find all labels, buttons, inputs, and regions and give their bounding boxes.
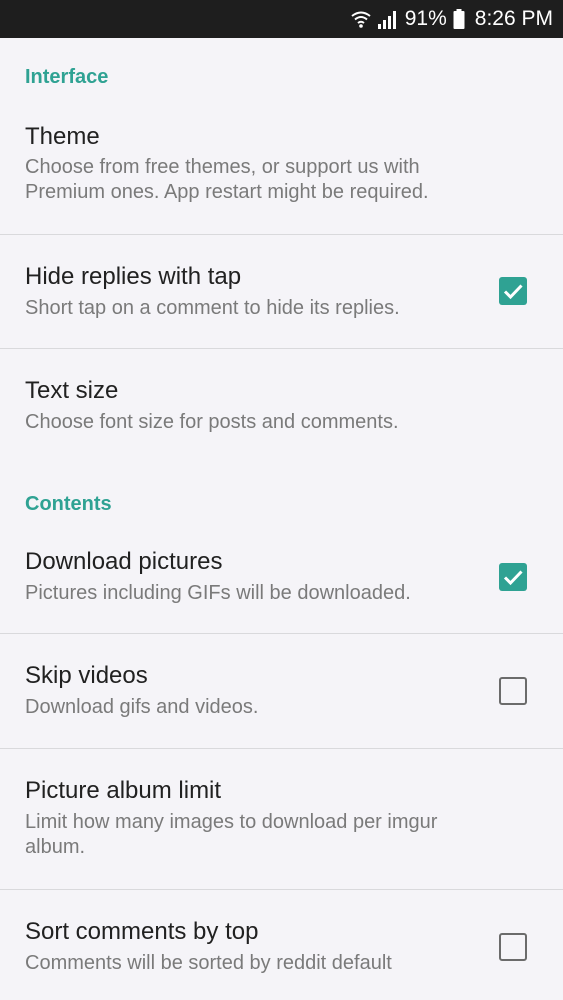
status-bar: 91% 8:26 PM [0, 0, 563, 38]
hide-replies-checkbox[interactable] [499, 277, 527, 305]
battery-percent: 91% [404, 7, 447, 30]
pref-title: Picture album limit [25, 777, 222, 804]
checkmark-icon [503, 570, 523, 586]
pref-summary: Comments will be sorted by reddit defaul… [25, 952, 392, 974]
pref-summary: Limit how many images to download per im… [25, 811, 438, 858]
pref-sort-comments[interactable]: Sort comments by top Comments will be so… [0, 890, 563, 1000]
checkmark-icon [503, 284, 523, 300]
signal-icon [377, 9, 399, 29]
download-pictures-checkbox[interactable] [499, 563, 527, 591]
pref-title: Download pictures [25, 548, 223, 575]
section-header-contents: Contents [25, 493, 112, 515]
section-header-interface: Interface [25, 66, 109, 88]
pref-title: Sort comments by top [25, 918, 259, 945]
battery-icon [453, 9, 465, 29]
pref-text-size[interactable]: Text size Choose font size for posts and… [0, 349, 563, 459]
pref-theme[interactable]: Theme Choose from free themes, or suppor… [0, 108, 563, 234]
wifi-icon [351, 10, 371, 28]
pref-download-pictures[interactable]: Download pictures Pictures including GIF… [0, 528, 563, 633]
pref-summary: Download gifs and videos. [25, 696, 259, 718]
status-time: 8:26 PM [474, 7, 553, 30]
pref-skip-videos[interactable]: Skip videos Download gifs and videos. [0, 634, 563, 748]
pref-title: Hide replies with tap [25, 263, 242, 290]
pref-title: Theme [25, 123, 100, 150]
pref-title: Skip videos [25, 662, 148, 689]
pref-hide-replies[interactable]: Hide replies with tap Short tap on a com… [0, 235, 563, 348]
pref-summary: Choose font size for posts and comments. [25, 411, 399, 433]
pref-album-limit[interactable]: Picture album limit Limit how many image… [0, 749, 563, 889]
sort-comments-checkbox[interactable] [499, 933, 527, 961]
pref-summary: Short tap on a comment to hide its repli… [25, 297, 400, 319]
pref-title: Text size [25, 377, 119, 404]
pref-summary: Pictures including GIFs will be download… [25, 582, 411, 604]
skip-videos-checkbox[interactable] [499, 677, 527, 705]
pref-summary: Choose from free themes, or support us w… [25, 156, 429, 203]
settings-list: Interface Theme Choose from free themes,… [0, 38, 563, 1000]
